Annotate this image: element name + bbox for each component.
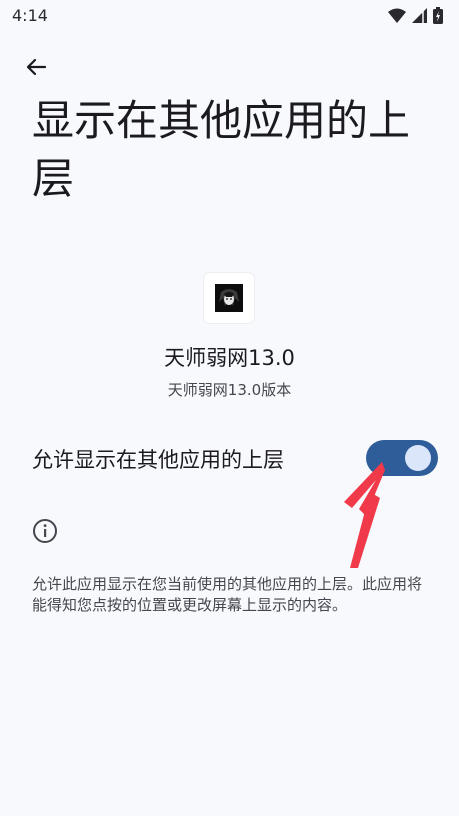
signal-icon — [412, 8, 427, 23]
status-time: 4:14 — [12, 6, 48, 25]
app-logo-icon — [215, 284, 243, 312]
status-bar: 4:14 — [0, 0, 459, 32]
wifi-icon — [388, 8, 406, 23]
info-icon — [33, 519, 57, 543]
battery-icon — [433, 7, 443, 24]
app-version: 天师弱网13.0版本 — [167, 381, 292, 399]
arrow-back-icon — [26, 58, 47, 76]
back-button[interactable] — [16, 50, 56, 84]
permission-description: 允许此应用显示在您当前使用的其他应用的上层。此应用将能得知您点按的位置或更改屏幕… — [32, 575, 423, 614]
app-icon — [204, 273, 254, 323]
page-title: 显示在其他应用的上层 — [32, 96, 411, 203]
annotation-arrow — [344, 462, 385, 568]
status-icons — [388, 7, 443, 24]
overlay-permission-label: 允许显示在其他应用的上层 — [32, 448, 284, 472]
app-name: 天师弱网13.0 — [164, 346, 295, 370]
